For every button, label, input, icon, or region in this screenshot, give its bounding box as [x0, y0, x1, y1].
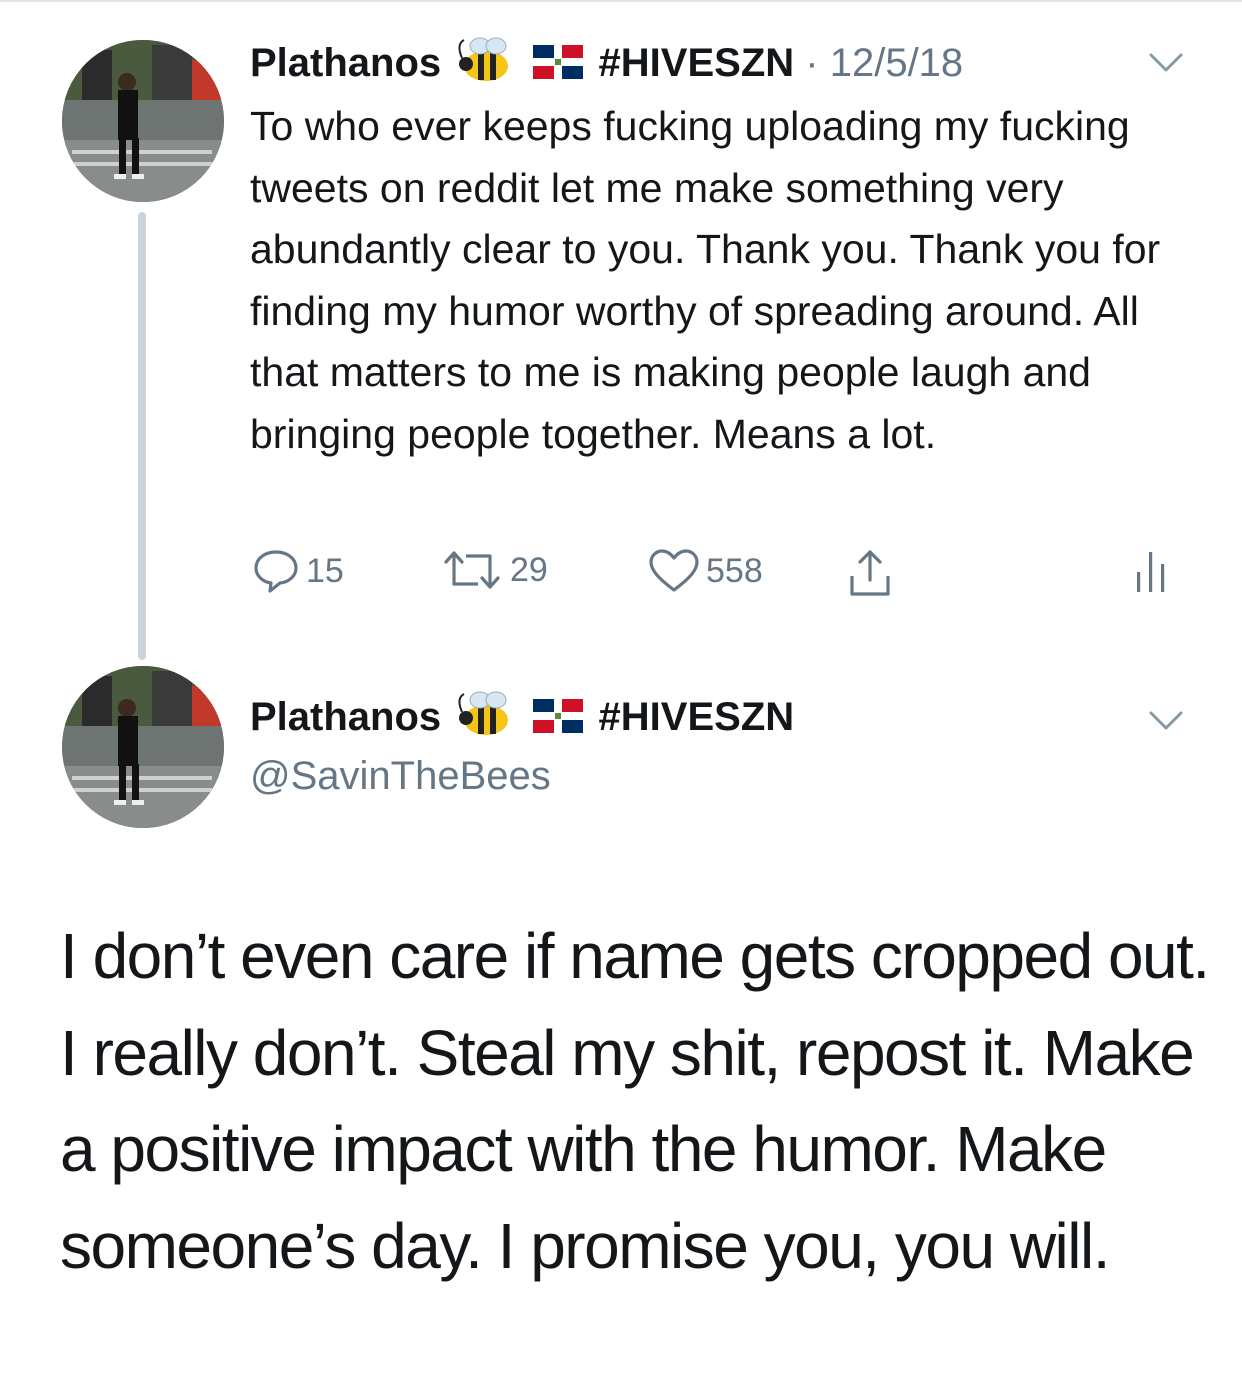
- separator: ·: [805, 41, 819, 86]
- hashtag[interactable]: #HIVESZN: [599, 41, 795, 85]
- display-name[interactable]: Plathanos: [250, 41, 441, 85]
- retweet-button[interactable]: 29: [440, 548, 548, 592]
- tweet-header: Plathanos #HIVESZN · 12/5/18: [250, 36, 963, 95]
- avatar[interactable]: [62, 666, 224, 828]
- dominican-flag-emoji: [533, 696, 584, 744]
- analytics-icon: [1137, 552, 1165, 592]
- tweet-date[interactable]: 12/5/18: [830, 41, 963, 85]
- like-count: 558: [706, 551, 763, 590]
- tweet-header: Plathanos #HIVESZN: [250, 690, 794, 749]
- share-icon: [850, 550, 890, 596]
- tweet-actions: 15 29 558: [0, 548, 1242, 598]
- avatar[interactable]: [62, 40, 224, 202]
- reply-button[interactable]: 15: [252, 548, 344, 594]
- retweet-count: 29: [510, 550, 548, 589]
- tweet-text: To who ever keeps fucking uploading my f…: [250, 103, 1161, 457]
- user-handle[interactable]: @SavinTheBees: [250, 752, 551, 800]
- reply-count: 15: [306, 551, 344, 590]
- tweet-text-large: I don’t even care if name gets cropped o…: [60, 920, 1210, 1282]
- chevron-down-icon[interactable]: [1148, 710, 1184, 732]
- display-name[interactable]: Plathanos: [250, 695, 441, 739]
- bee-emoji: [456, 690, 514, 749]
- analytics-button[interactable]: [1134, 548, 1168, 594]
- hashtag[interactable]: #HIVESZN: [599, 695, 795, 739]
- share-button[interactable]: [846, 548, 894, 598]
- like-icon: [649, 549, 699, 592]
- like-button[interactable]: 558: [648, 548, 763, 594]
- top-divider: [0, 0, 1242, 2]
- reply-icon: [254, 550, 298, 593]
- dominican-flag-emoji: [533, 42, 584, 90]
- retweet-icon: [444, 551, 500, 589]
- chevron-down-icon[interactable]: [1148, 52, 1184, 74]
- bee-emoji: [456, 36, 514, 95]
